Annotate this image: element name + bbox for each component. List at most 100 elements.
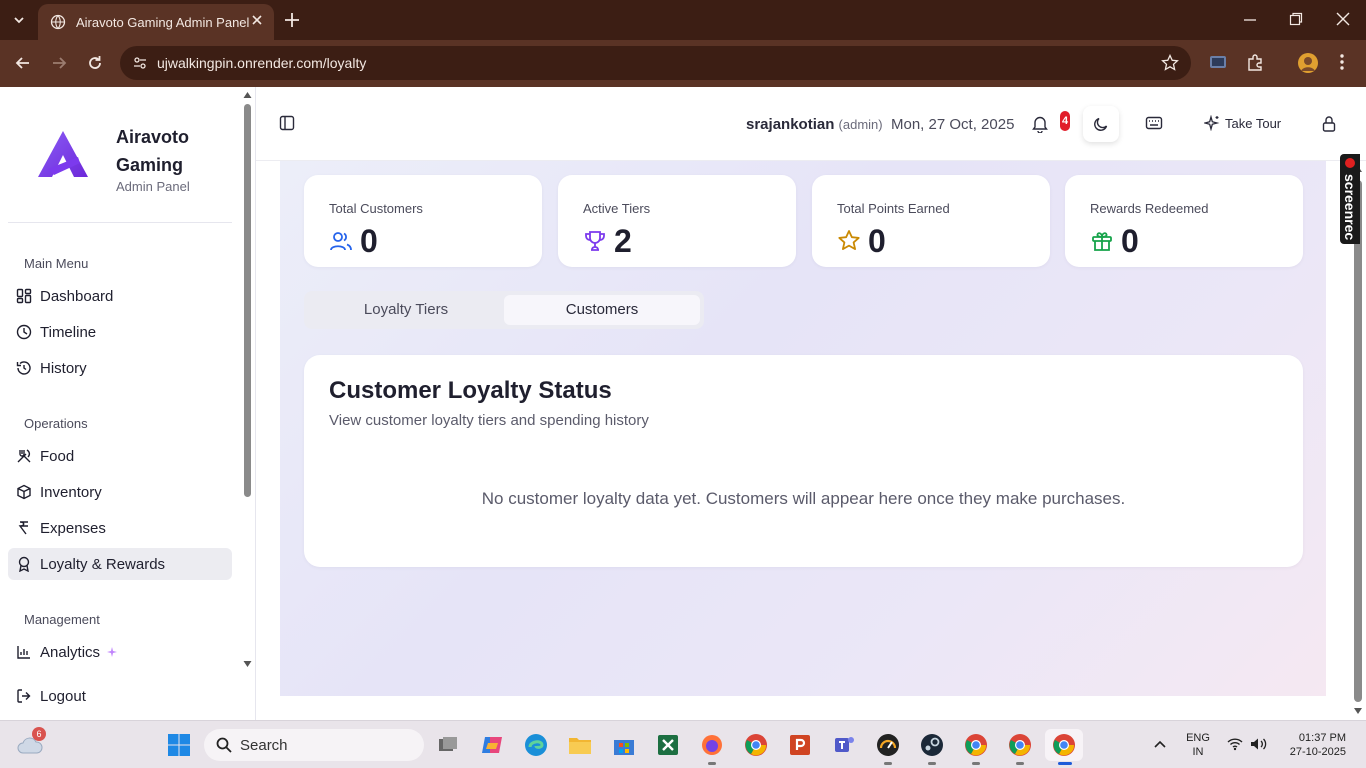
teams-app[interactable]: [828, 729, 860, 761]
address-bar[interactable]: ujwalkingpin.onrender.com/loyalty: [120, 46, 1191, 80]
theme-toggle-button[interactable]: [1083, 106, 1119, 142]
show-hidden-icons-chevron-icon[interactable]: [1153, 739, 1167, 749]
chrome-app[interactable]: [740, 729, 772, 761]
store-app[interactable]: [608, 729, 640, 761]
panel-title: Customer Loyalty Status: [329, 377, 612, 404]
sidebar-item-timeline[interactable]: Timeline: [8, 316, 232, 348]
more-menu-icon[interactable]: [1338, 52, 1346, 72]
task-view-button[interactable]: [432, 729, 464, 761]
profile-avatar-icon[interactable]: [1297, 52, 1319, 74]
excel-icon: [658, 735, 678, 755]
volume-icon[interactable]: [1250, 737, 1268, 751]
scroll-down-arrow-icon[interactable]: [1353, 707, 1363, 715]
tab-search-button[interactable]: [6, 8, 32, 32]
brand-name: Airavoto Gaming: [116, 127, 190, 175]
chrome-profile-3-app[interactable]: [1004, 729, 1036, 761]
back-icon[interactable]: [13, 53, 33, 73]
powerpoint-app[interactable]: [784, 729, 816, 761]
logout-button[interactable]: Logout: [8, 680, 232, 712]
edge-icon: [525, 734, 547, 756]
browser-tab[interactable]: Airavoto Gaming Admin Panel: [38, 4, 274, 40]
tab-loyalty-tiers[interactable]: Loyalty Tiers: [308, 295, 504, 325]
sidebar-item-food[interactable]: Food: [8, 440, 232, 472]
section-label-operations: Operations: [24, 416, 88, 431]
scroll-up-arrow-icon[interactable]: [243, 91, 252, 99]
file-explorer-app[interactable]: [564, 729, 596, 761]
chevron-down-icon: [14, 17, 24, 24]
empty-state-message: No customer loyalty data yet. Customers …: [481, 489, 1126, 508]
extensions-icon[interactable]: [1245, 52, 1265, 72]
sidebar-item-label: Food: [40, 447, 75, 465]
top-header: srajankotian (admin) Mon, 27 Oct, 2025 4…: [256, 87, 1366, 161]
excel-app[interactable]: [652, 729, 684, 761]
steam-app[interactable]: [916, 729, 948, 761]
bookmark-star-icon[interactable]: [1161, 54, 1179, 72]
site-info-icon[interactable]: [132, 55, 148, 71]
logout-label: Logout: [40, 687, 86, 705]
language-line2: IN: [1192, 746, 1204, 758]
current-date: Mon, 27 Oct, 2025: [891, 116, 1015, 133]
inventory-icon: [17, 484, 31, 500]
speedometer-icon: [877, 734, 899, 756]
expenses-icon: [18, 521, 28, 535]
keyboard-icon[interactable]: [1145, 115, 1163, 131]
sidebar-item-loyalty-rewards[interactable]: Loyalty & Rewards: [8, 548, 232, 580]
chrome-icon: [1009, 734, 1031, 756]
firefox-app[interactable]: [696, 729, 728, 761]
sidebar-item-label: Dashboard: [40, 287, 114, 305]
speedometer-app[interactable]: [872, 729, 904, 761]
sidebar-item-label: Inventory: [40, 483, 102, 501]
sparkle-icon: [107, 647, 118, 657]
tab-title: Airavoto Gaming Admin Panel: [76, 14, 250, 30]
sidebar-item-history[interactable]: History: [8, 352, 232, 384]
take-tour-button[interactable]: Take Tour: [1204, 115, 1281, 131]
chrome-active-app[interactable]: [1045, 729, 1083, 761]
start-button[interactable]: [163, 729, 195, 761]
sidebar-item-analytics[interactable]: Analytics: [8, 636, 232, 668]
chrome-profile-2-app[interactable]: [960, 729, 992, 761]
history-icon: [16, 361, 31, 375]
sidebar-toggle-icon[interactable]: [279, 115, 295, 131]
app-window: Airavoto Gaming Admin Panel Main Menu Da…: [0, 87, 1366, 720]
language-indicator[interactable]: ENG IN: [1180, 731, 1216, 759]
system-clock[interactable]: 01:37 PM 27-10-2025: [1284, 731, 1346, 759]
stat-title: Rewards Redeemed: [1090, 201, 1209, 216]
close-tab-icon[interactable]: [250, 13, 264, 27]
search-icon: [216, 737, 232, 753]
take-tour-label: Take Tour: [1225, 115, 1282, 131]
reload-icon[interactable]: [85, 53, 105, 73]
sidebar-item-label: Analytics: [40, 643, 101, 661]
screen-capture-extension-icon[interactable]: [1208, 52, 1228, 72]
sidebar-item-label: Loyalty & Rewards: [40, 555, 166, 573]
minimize-icon[interactable]: [1243, 10, 1257, 30]
edge-app[interactable]: [520, 729, 552, 761]
lock-icon[interactable]: [1321, 115, 1337, 133]
folder-icon: [569, 738, 591, 754]
weather-widget[interactable]: 6: [14, 727, 46, 761]
forward-icon[interactable]: [49, 53, 69, 73]
teams-icon: [835, 737, 854, 752]
browser-tab-bar: Airavoto Gaming Admin Panel: [0, 0, 1366, 40]
record-dot-icon: [1345, 158, 1355, 168]
screenrec-widget[interactable]: screenrec: [1340, 154, 1360, 244]
copilot-app[interactable]: [476, 729, 508, 761]
scroll-down-arrow-icon[interactable]: [243, 660, 252, 668]
wifi-icon[interactable]: [1227, 737, 1243, 751]
running-indicator: [884, 762, 892, 765]
tab-customers[interactable]: Customers: [504, 295, 700, 325]
language-line1: ENG: [1186, 732, 1210, 744]
bell-icon[interactable]: [1032, 115, 1048, 133]
sidebar-scroll-thumb[interactable]: [244, 104, 251, 497]
new-tab-icon[interactable]: [282, 10, 302, 30]
stat-title: Total Points Earned: [837, 201, 950, 216]
taskbar-search[interactable]: Search: [204, 729, 424, 761]
chrome-icon: [965, 734, 987, 756]
url-text: ujwalkingpin.onrender.com/loyalty: [157, 55, 367, 71]
main-scroll-thumb[interactable]: [1354, 180, 1362, 702]
loyalty-icon: [18, 556, 30, 572]
sidebar-item-dashboard[interactable]: Dashboard: [8, 280, 232, 312]
close-window-icon[interactable]: [1336, 10, 1350, 30]
restore-icon[interactable]: [1289, 10, 1303, 30]
sidebar-item-expenses[interactable]: Expenses: [8, 512, 232, 544]
sidebar-item-inventory[interactable]: Inventory: [8, 476, 232, 508]
